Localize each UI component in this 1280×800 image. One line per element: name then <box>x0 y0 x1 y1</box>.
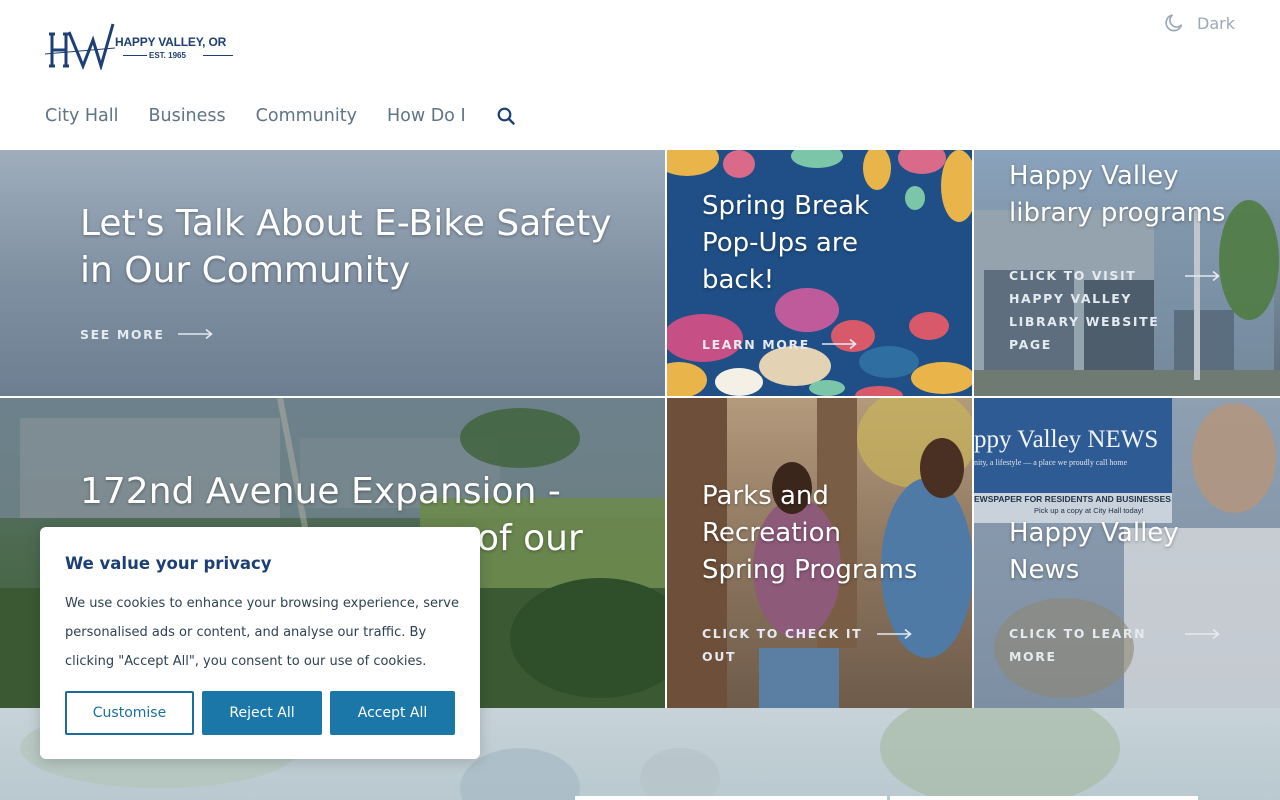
arrow-right-icon <box>1185 270 1221 282</box>
visit-library-link[interactable]: CLICK TO VISIT HAPPY VALLEY LIBRARY WEBS… <box>1009 264 1159 356</box>
tile-title-line: Pop-Ups are <box>702 228 858 258</box>
news-masthead: ppy Valley NEWS <box>974 426 1159 453</box>
logo-rule-right <box>203 55 233 56</box>
search-icon[interactable] <box>496 106 516 126</box>
tile-library-programs[interactable]: Happy Valley library programs CLICK TO V… <box>974 150 1280 396</box>
cta-line: CLICK TO CHECK IT <box>702 626 863 641</box>
tile-title: Parks and Recreation Spring Programs <box>702 478 917 589</box>
tile-parks-recreation[interactable]: Parks and Recreation Spring Programs CLI… <box>667 398 972 708</box>
tile-title-line: in Our Community <box>80 250 411 291</box>
tile-title-line: Happy Valley <box>1009 518 1179 548</box>
tile-title-line: Let's Talk About E-Bike Safety <box>80 203 612 244</box>
tile-spring-break[interactable]: Spring Break Pop-Ups are back! LEARN MOR… <box>667 150 972 396</box>
cookie-body-text: We use cookies to enhance your browsing … <box>65 596 459 669</box>
reject-all-button[interactable]: Reject All <box>202 691 322 735</box>
tile-title-line: Parks and <box>702 481 829 511</box>
cookie-consent-banner: We value your privacy We use cookies to … <box>40 527 480 759</box>
tile-happy-valley-news[interactable]: ppy Valley NEWS nity, a lifestyle — a pl… <box>974 398 1280 708</box>
cta-line: LIBRARY WEBSITE <box>1009 314 1160 329</box>
cta-line: MORE <box>1009 649 1057 664</box>
tile-ebike-safety[interactable]: Let's Talk About E-Bike Safety in Our Co… <box>0 150 665 396</box>
cta-line: HAPPY VALLEY <box>1009 291 1133 306</box>
tile-title: Let's Talk About E-Bike Safety in Our Co… <box>80 200 612 294</box>
tile-title: Happy Valley News <box>1009 515 1179 589</box>
hv-monogram-icon <box>44 23 116 72</box>
nav-item-how-do-i[interactable]: How Do I <box>387 106 466 126</box>
nav-item-business[interactable]: Business <box>148 106 225 126</box>
accept-all-button[interactable]: Accept All <box>330 691 455 735</box>
arrow-right-icon <box>1185 628 1221 640</box>
customise-button[interactable]: Customise <box>65 691 194 735</box>
main-nav: City Hall Business Community How Do I <box>45 106 516 126</box>
nav-item-city-hall[interactable]: City Hall <box>45 106 118 126</box>
tile-title-line: library programs <box>1009 198 1226 228</box>
tile-title: Happy Valley library programs <box>1009 158 1225 232</box>
logo-rule-left <box>123 55 147 56</box>
news-subhead-2: Pick up a copy at City Hall today! <box>1034 506 1144 515</box>
tile-title-line: Spring Break <box>702 191 870 221</box>
tile-title-line: 172nd Avenue Expansion - <box>80 471 561 512</box>
moon-icon <box>1165 14 1183 32</box>
dark-mode-label: Dark <box>1197 13 1235 33</box>
learn-more-link[interactable]: LEARN MORE <box>702 333 810 356</box>
logo-wordmark: HAPPY VALLEY, OR <box>115 35 227 49</box>
logo-established: EST. 1965 <box>149 51 186 60</box>
cta-line: OUT <box>702 649 737 664</box>
tile-title-line: Spring Programs <box>702 555 918 585</box>
cta-line: CLICK TO LEARN <box>1009 626 1147 641</box>
arrow-right-icon <box>877 628 913 640</box>
arrow-right-icon <box>822 338 858 350</box>
dark-mode-toggle[interactable]: Dark <box>1163 12 1235 34</box>
site-header: HAPPY VALLEY, OR EST. 1965 Dark City Hal… <box>0 0 1280 150</box>
cta-line: PAGE <box>1009 337 1052 352</box>
tile-title-line: back! <box>702 265 775 295</box>
news-subhead: EWSPAPER FOR RESIDENTS AND BUSINESSES <box>974 494 1171 504</box>
check-it-out-link[interactable]: CLICK TO CHECK IT OUT <box>702 622 862 668</box>
learn-more-news-link[interactable]: CLICK TO LEARN MORE <box>1009 622 1146 668</box>
nav-item-community[interactable]: Community <box>256 106 357 126</box>
tile-title-line: Happy Valley <box>1009 161 1179 191</box>
site-logo[interactable]: HAPPY VALLEY, OR EST. 1965 <box>44 20 240 72</box>
cookie-title: We value your privacy <box>65 554 272 573</box>
cta-line: CLICK TO VISIT <box>1009 268 1137 283</box>
arrow-right-icon <box>178 328 214 340</box>
news-tagline: nity, a lifestyle — a place we proudly c… <box>974 458 1128 467</box>
tile-title-line: News <box>1009 555 1080 585</box>
tile-title-line: Recreation <box>702 518 842 548</box>
see-more-link[interactable]: SEE MORE <box>80 323 164 346</box>
tile-title: Spring Break Pop-Ups are back! <box>702 188 869 299</box>
